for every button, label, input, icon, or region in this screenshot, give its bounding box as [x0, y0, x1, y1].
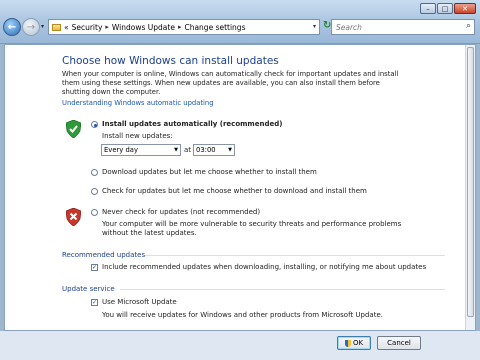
- recommended-updates-checkbox[interactable]: ✓: [91, 264, 98, 271]
- recommended-updates-heading: Recommended updates: [62, 251, 146, 259]
- install-automatically-label[interactable]: Install updates automatically (recommend…: [102, 120, 282, 128]
- day-select[interactable]: Every day ▼: [101, 144, 181, 156]
- recent-pages-dropdown-icon[interactable]: ▾: [41, 23, 44, 30]
- uac-shield-icon: [344, 339, 351, 347]
- intro-text: When your computer is online, Windows ca…: [62, 70, 399, 96]
- dialog-footer: OK Cancel: [0, 331, 480, 360]
- ok-label: OK: [352, 339, 364, 347]
- red-shield-icon: [66, 208, 81, 226]
- address-bar[interactable]: « Security ▸ Windows Update ▸ Change set…: [48, 19, 320, 35]
- forward-button[interactable]: →: [22, 18, 40, 36]
- radio-download-updates[interactable]: [91, 169, 98, 176]
- vertical-scrollbar[interactable]: [465, 45, 475, 330]
- chevron-down-icon: ▼: [174, 147, 178, 153]
- at-label: at: [184, 146, 192, 154]
- settings-pane: Choose how Windows can install updates W…: [4, 44, 476, 331]
- window-chrome: – □ ✕ ← → ▾ « Security ▸ Windows Update …: [0, 0, 480, 44]
- maximize-button[interactable]: □: [437, 3, 453, 14]
- chevron-down-icon: ▼: [228, 147, 232, 153]
- minimize-button[interactable]: –: [420, 3, 436, 14]
- section-divider: [145, 255, 445, 256]
- cancel-button[interactable]: Cancel: [377, 336, 421, 350]
- never-check-label[interactable]: Never check for updates (not recommended…: [102, 208, 260, 216]
- time-select[interactable]: 03:00 ▼: [193, 144, 235, 156]
- microsoft-update-checkbox[interactable]: ✓: [91, 299, 98, 306]
- help-link[interactable]: Understanding Windows automatic updating: [62, 99, 214, 107]
- breadcrumb-overflow[interactable]: «: [64, 23, 69, 32]
- breadcrumb-separator-icon[interactable]: ▸: [178, 23, 182, 31]
- address-dropdown-icon[interactable]: ▾: [313, 23, 316, 30]
- radio-install-automatically[interactable]: [91, 121, 98, 128]
- update-service-heading: Update service: [62, 285, 115, 293]
- search-icon[interactable]: ⌕: [466, 21, 471, 31]
- page-title: Choose how Windows can install updates: [62, 55, 279, 67]
- back-button[interactable]: ←: [3, 18, 21, 36]
- download-updates-label[interactable]: Download updates but let me choose wheth…: [102, 168, 317, 176]
- close-button[interactable]: ✕: [454, 3, 476, 14]
- radio-check-for-updates[interactable]: [91, 188, 98, 195]
- check-for-updates-label[interactable]: Check for updates but let me choose whet…: [102, 187, 367, 195]
- day-select-value: Every day: [104, 146, 138, 154]
- time-select-value: 03:00: [196, 146, 216, 154]
- scrollbar-thumb[interactable]: [467, 47, 474, 317]
- never-check-warning: Your computer will be more vulnerable to…: [102, 220, 402, 237]
- install-new-updates-label: Install new updates:: [102, 132, 173, 140]
- section-divider: [120, 289, 445, 290]
- search-input[interactable]: Search ⌕: [331, 19, 475, 35]
- radio-never-check[interactable]: [91, 209, 98, 216]
- recommended-updates-label[interactable]: Include recommended updates when downloa…: [102, 263, 426, 271]
- cancel-label: Cancel: [387, 339, 411, 347]
- address-row: ← → ▾ « Security ▸ Windows Update ▸ Chan…: [0, 17, 480, 39]
- breadcrumb-windows-update[interactable]: Windows Update: [112, 23, 175, 32]
- green-shield-icon: [66, 120, 81, 138]
- search-placeholder: Search: [336, 22, 362, 32]
- ok-button[interactable]: OK: [337, 336, 371, 350]
- microsoft-update-label[interactable]: Use Microsoft Update: [102, 298, 177, 306]
- breadcrumb-separator-icon[interactable]: ▸: [105, 23, 109, 31]
- folder-icon: [52, 23, 61, 31]
- breadcrumb-security[interactable]: Security: [72, 23, 103, 32]
- microsoft-update-note: You will receive updates for Windows and…: [102, 311, 383, 319]
- window-buttons: – □ ✕: [420, 3, 476, 14]
- breadcrumb-change-settings[interactable]: Change settings: [184, 23, 245, 32]
